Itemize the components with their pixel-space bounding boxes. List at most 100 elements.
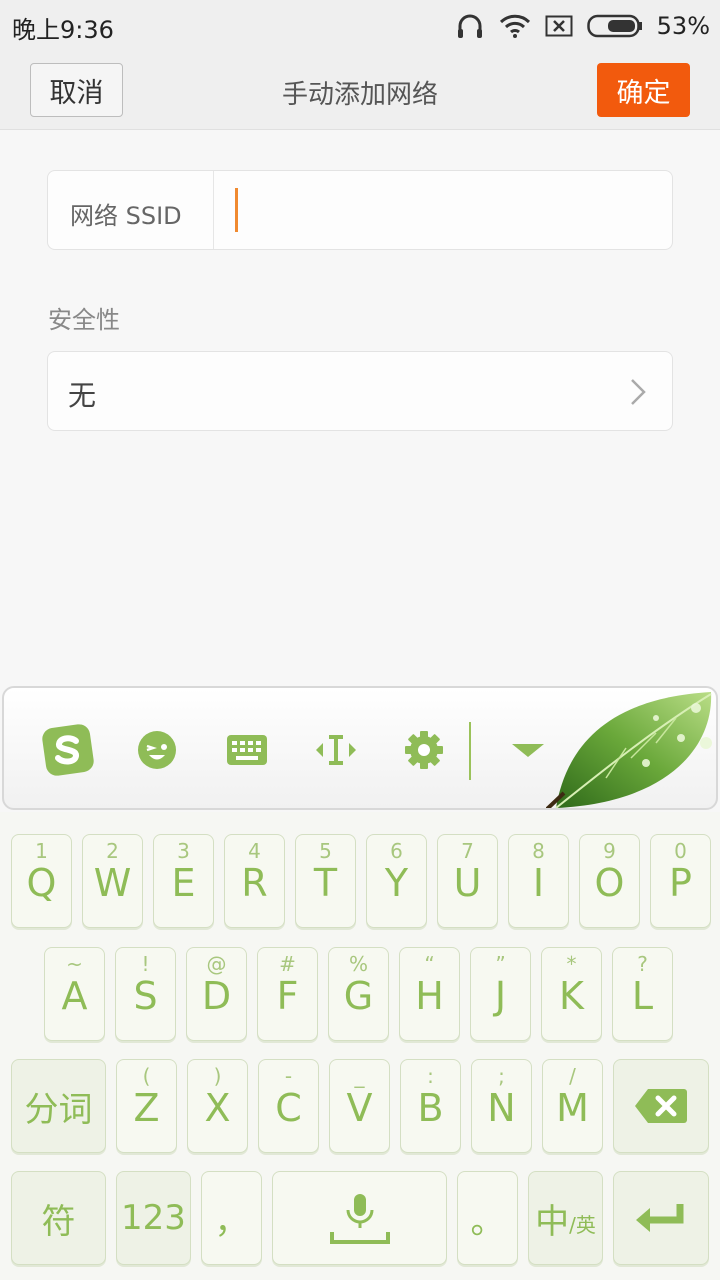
key-sub-label: ”	[495, 952, 506, 976]
segment-key[interactable]: 分词	[11, 1059, 106, 1153]
key-sub-label: “	[424, 952, 435, 976]
key-main-label: Q	[26, 861, 57, 905]
keyboard-toolbar	[2, 686, 718, 810]
key-c[interactable]: -C	[258, 1059, 319, 1153]
backspace-icon	[614, 1060, 708, 1152]
key-main-label: U	[453, 861, 482, 905]
key-sub-label: (	[142, 1064, 151, 1088]
key-n[interactable]: ; N	[471, 1059, 532, 1153]
key-sub-label: _	[354, 1064, 365, 1088]
headphones-icon	[455, 11, 485, 41]
cursor-move-icon[interactable]	[314, 724, 358, 780]
key-sub-label: 7	[461, 839, 474, 863]
title-bar: 取消 手动添加网络 确定	[0, 52, 720, 130]
security-selector[interactable]: 无	[47, 351, 673, 431]
key-main-label: T	[313, 861, 338, 905]
keyboard-icon[interactable]	[226, 724, 268, 780]
ssid-label: 网络 SSID	[70, 202, 182, 230]
key-u[interactable]: 7U	[437, 834, 498, 928]
key-z[interactable]: (Z	[116, 1059, 177, 1153]
language-main-label: 中	[535, 1201, 570, 1242]
key-f[interactable]: # F	[257, 947, 318, 1041]
numbers-key-label: 123	[121, 1198, 186, 1238]
key-sub-label: ?	[637, 952, 648, 976]
key-p[interactable]: 0P	[650, 834, 711, 928]
symbols-key-label: 符	[41, 1201, 76, 1242]
key-sub-label: :	[427, 1064, 434, 1088]
key-main-label: A	[61, 974, 88, 1018]
key-o[interactable]: 9O	[579, 834, 640, 928]
key-sub-label: ;	[498, 1064, 505, 1088]
status-bar: 晚上9:36 53%	[0, 0, 720, 52]
key-sub-label: 5	[319, 839, 332, 863]
text-cursor	[235, 188, 238, 232]
key-main-label: Y	[384, 861, 409, 905]
key-main-label: N	[487, 1086, 516, 1130]
key-k[interactable]: * K	[541, 947, 602, 1041]
ssid-field[interactable]: 网络 SSID	[47, 170, 673, 250]
key-sub-label: !	[141, 952, 150, 976]
key-main-label: S	[133, 974, 158, 1018]
enter-key[interactable]	[613, 1171, 709, 1265]
key-w[interactable]: 2W	[82, 834, 143, 928]
confirm-button[interactable]: 确定	[597, 63, 690, 117]
collapse-keyboard-icon[interactable]	[508, 724, 548, 780]
key-g[interactable]: % G	[328, 947, 389, 1041]
key-sub-label: 1	[35, 839, 48, 863]
key-sub-label: -	[284, 1064, 293, 1088]
security-heading: 安全性	[48, 306, 120, 334]
sogou-logo-icon[interactable]	[42, 724, 94, 780]
key-sub-label: /	[569, 1064, 576, 1088]
key-sub-label: ~	[66, 952, 83, 976]
key-main-label: F	[276, 974, 299, 1018]
key-main-label: J	[494, 974, 507, 1018]
symbols-key[interactable]: 符	[11, 1171, 106, 1265]
key-sub-label: 0	[674, 839, 687, 863]
key-main-label: H	[415, 974, 444, 1018]
key-sub-label: 4	[248, 839, 261, 863]
key-j[interactable]: ” J	[470, 947, 531, 1041]
comma-key[interactable]: ，	[201, 1171, 262, 1265]
key-sub-label: 2	[106, 839, 119, 863]
numbers-key[interactable]: 123	[116, 1171, 191, 1265]
chevron-right-icon	[630, 378, 646, 410]
emoji-icon[interactable]	[137, 724, 177, 780]
key-sub-label: #	[279, 952, 296, 976]
key-e[interactable]: 3E	[153, 834, 214, 928]
key-y[interactable]: 6Y	[366, 834, 427, 928]
key-r[interactable]: 4R	[224, 834, 285, 928]
key-main-label: M	[556, 1086, 589, 1130]
key-main-label: P	[669, 861, 692, 905]
key-main-label: E	[171, 861, 196, 905]
settings-icon[interactable]	[404, 724, 444, 780]
key-i[interactable]: 8I	[508, 834, 569, 928]
key-b[interactable]: :B	[400, 1059, 461, 1153]
key-l[interactable]: ? L	[612, 947, 673, 1041]
toolbar-divider	[469, 722, 471, 780]
key-a[interactable]: ~ A	[44, 947, 105, 1041]
enter-icon	[614, 1172, 708, 1264]
key-main-label: G	[343, 974, 374, 1018]
language-switch-label: 中/英	[529, 1172, 602, 1264]
language-sub-label: /英	[569, 1212, 596, 1237]
backspace-key[interactable]	[613, 1059, 709, 1153]
key-sub-label: %	[348, 952, 368, 976]
period-key[interactable]: 。	[457, 1171, 518, 1265]
key-h[interactable]: “H	[399, 947, 460, 1041]
key-q[interactable]: 1Q	[11, 834, 72, 928]
key-x[interactable]: ) X	[187, 1059, 248, 1153]
language-switch-key[interactable]: 中/英	[528, 1171, 603, 1265]
key-main-label: D	[201, 974, 232, 1018]
ssid-input[interactable]	[228, 181, 648, 239]
key-d[interactable]: @ D	[186, 947, 247, 1041]
key-sub-label: )	[213, 1064, 222, 1088]
key-m[interactable]: / M	[542, 1059, 603, 1153]
key-t[interactable]: 5T	[295, 834, 356, 928]
key-v[interactable]: _ V	[329, 1059, 390, 1153]
key-main-label: B	[417, 1086, 444, 1130]
comma-key-label: ，	[214, 1201, 249, 1242]
key-s[interactable]: ! S	[115, 947, 176, 1041]
key-main-label: O	[594, 861, 625, 905]
space-voice-key[interactable]	[272, 1171, 447, 1265]
key-main-label: R	[241, 861, 268, 905]
